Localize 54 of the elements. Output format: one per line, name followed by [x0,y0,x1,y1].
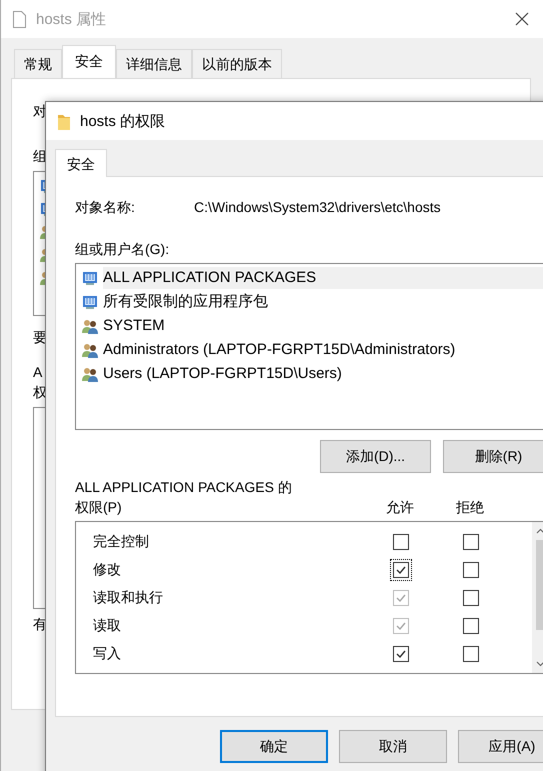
permissions-label: 权限(P) [75,498,123,517]
checkbox[interactable] [463,646,479,662]
dialog-button[interactable]: 应用(A) [458,730,543,763]
file-icon [13,10,26,28]
folder-icon [58,112,70,130]
scroll-up-icon[interactable] [536,528,543,534]
permissions-title: ALL APPLICATION PACKAGES 的 [75,478,292,497]
label-text: 要 [33,328,47,346]
permission-name: 读取和执行 [93,589,164,607]
package-icon [82,270,98,286]
object-name-label: 对象名称: [75,198,136,217]
checkbox[interactable] [463,534,479,550]
users-icon [82,318,98,334]
checkbox[interactable] [463,562,479,578]
check-icon [395,648,407,660]
check-icon [395,592,407,604]
object-path: C:\Windows\System32\drivers\etc\hosts [194,198,441,217]
list-item[interactable]: ALL APPLICATION PACKAGES [103,267,543,289]
list-item[interactable]: Administrators (LAPTOP-FGRPT15D\Administrators) [103,339,462,361]
dialog-button[interactable]: 确定 [220,730,328,763]
scroll-down-icon[interactable] [536,661,543,667]
tab[interactable]: 安全 [55,149,107,177]
tab[interactable]: 安全 [62,45,116,78]
package-icon [82,294,98,310]
close-icon[interactable] [515,12,529,26]
permission-name: 写入 [93,645,122,663]
tab[interactable]: 详细信息 [116,49,192,78]
list-item[interactable]: SYSTEM [103,315,171,337]
check-icon [395,564,407,576]
label-text: A [33,363,42,381]
users-icon [82,366,98,382]
tab[interactable]: 以前的版本 [192,49,282,78]
checkbox[interactable] [393,646,409,662]
tab[interactable]: 常规 [14,49,62,78]
check-icon [395,620,407,632]
groups-label: 组或用户名(G): [75,240,170,259]
column-header: 拒绝 [455,498,485,517]
label-text: 有 [33,615,47,633]
permission-name: 修改 [93,561,122,579]
window-title: hosts 的权限 [80,112,166,130]
users-icon [82,342,98,358]
window-title: hosts 属性 [36,10,106,28]
dialog-button[interactable]: 取消 [339,730,448,763]
list-button[interactable]: 添加(D)... [320,440,431,473]
label-text: 组 [33,147,47,165]
list-button[interactable]: 删除(R) [443,440,543,473]
list-item[interactable]: Users (LAPTOP-FGRPT15D\Users) [103,363,348,385]
label-text: 对 [33,102,47,120]
permission-name: 完全控制 [93,533,150,551]
checkbox[interactable] [393,534,409,550]
permission-name: 读取 [93,617,122,635]
column-header: 允许 [385,498,415,517]
label-text: 权 [33,383,47,401]
list-item[interactable]: 所有受限制的应用程序包 [103,291,274,313]
